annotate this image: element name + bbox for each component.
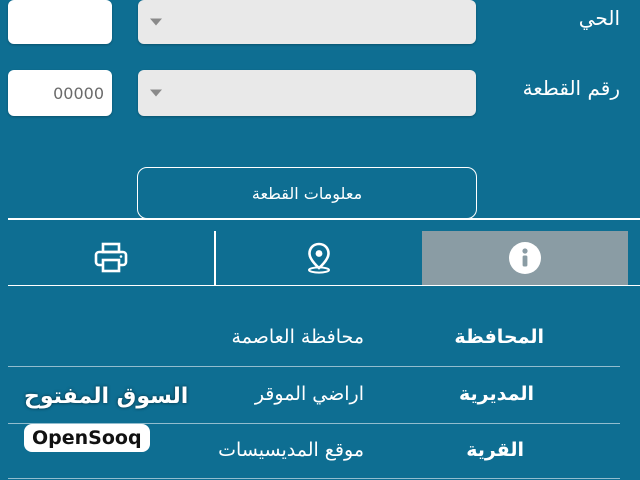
tab-info[interactable] <box>422 231 628 285</box>
watermark-logo-arabic: السوق المفتوح <box>24 384 189 409</box>
governorate-label: المحافظة <box>454 326 544 348</box>
chevron-down-icon <box>150 18 162 26</box>
neighborhood-field[interactable] <box>8 0 112 44</box>
governorate-value: محافظة العاصمة <box>231 326 364 348</box>
row-divider <box>8 478 620 479</box>
village-label: القرية <box>466 439 524 461</box>
village-value: موقع المديسيسات <box>218 439 364 461</box>
divider <box>8 285 640 286</box>
row-divider <box>8 366 620 367</box>
location-pin-icon <box>308 242 330 274</box>
info-icon <box>509 242 541 274</box>
plot-number-label: رقم القطعة <box>522 76 620 100</box>
tab-location[interactable] <box>216 231 422 285</box>
watermark-logo-english: OpenSooq <box>24 424 150 452</box>
directorate-label: المديرية <box>459 383 534 405</box>
divider <box>8 218 640 220</box>
plot-number-input[interactable] <box>8 70 112 116</box>
chevron-down-icon <box>150 89 162 97</box>
plot-info-button-label: معلومات القطعة <box>251 183 363 203</box>
plot-number-select[interactable] <box>138 70 476 116</box>
neighborhood-label: الحي <box>578 6 620 30</box>
printer-icon <box>94 242 128 273</box>
directorate-value: اراضي الموقر <box>254 383 364 405</box>
tab-print[interactable] <box>8 231 214 285</box>
plot-info-button[interactable]: معلومات القطعة <box>137 167 477 219</box>
neighborhood-select[interactable] <box>138 0 476 44</box>
